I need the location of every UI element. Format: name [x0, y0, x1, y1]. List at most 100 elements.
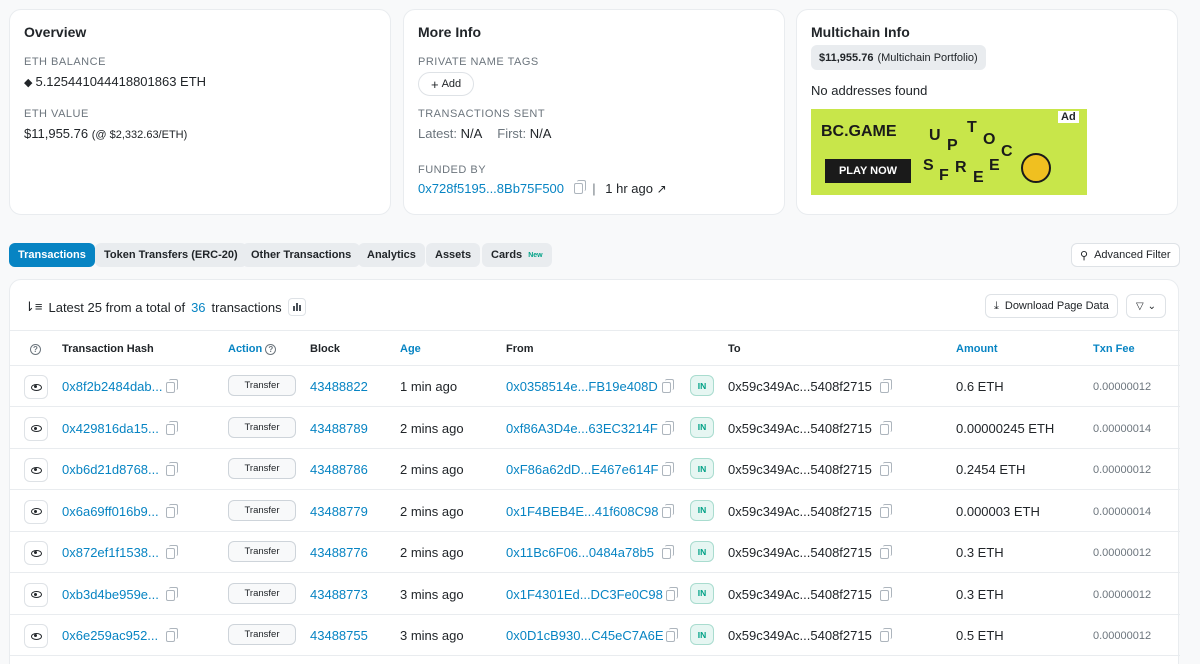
copy-icon[interactable]: [666, 586, 678, 601]
new-badge: New: [528, 251, 543, 259]
from-address-link[interactable]: 0xF86a62dD...E467e614F: [506, 462, 659, 477]
download-page-data-button[interactable]: ⤓ Download Page Data: [985, 294, 1118, 318]
eye-icon: [30, 632, 42, 640]
copy-icon[interactable]: [880, 379, 892, 393]
preview-button[interactable]: [24, 499, 48, 524]
amount-value: 0.3 ETH: [956, 586, 1004, 602]
copy-icon[interactable]: [166, 545, 178, 559]
from-address-link[interactable]: 0x1F4301Ed...DC3Fe0C98: [506, 587, 663, 602]
eth-balance-value: ◆ 5.125441044418801863 ETH: [24, 74, 207, 89]
filter-icon: ▽: [1135, 300, 1144, 312]
tx-hash-link[interactable]: 0x429816da15...: [62, 421, 159, 436]
direction-badge: IN: [690, 416, 714, 438]
from-address-link[interactable]: 0x0358514e...FB19e408D: [506, 379, 658, 394]
copy-icon[interactable]: [880, 420, 892, 435]
multichain-card: Multichain Info $11,955.76 (Multichain P…: [796, 9, 1178, 215]
copy-icon[interactable]: [880, 628, 892, 642]
header-from: From: [506, 343, 534, 355]
age-text: 3 mins ago: [400, 586, 464, 602]
from-address-link[interactable]: 0xf86A3D4e...63EC3214F: [506, 421, 658, 436]
chart-icon[interactable]: [287, 298, 306, 316]
header-age[interactable]: Age: [400, 343, 421, 355]
tx-hash-link[interactable]: 0x6a69ff016b9...: [62, 504, 159, 519]
tab-cards[interactable]: Cards New: [482, 243, 552, 267]
to-address: 0x59c349Ac...5408f2715: [728, 586, 872, 602]
copy-icon[interactable]: [166, 503, 178, 518]
total-count-link[interactable]: 36: [191, 300, 205, 315]
tx-hash-link[interactable]: 0xb3d4be959e...: [62, 587, 159, 602]
add-private-tag-button[interactable]: + Add: [418, 72, 475, 96]
copy-icon[interactable]: [166, 586, 178, 601]
method-badge: Transfer: [228, 458, 296, 479]
from-address-link[interactable]: 0x0D1cB930...C45eC7A6E: [506, 628, 664, 643]
header-txn-fee[interactable]: Txn Fee: [1093, 343, 1135, 355]
copy-icon[interactable]: [880, 545, 892, 559]
copy-icon[interactable]: [662, 462, 674, 476]
direction-badge: IN: [690, 499, 714, 521]
copy-icon[interactable]: [662, 379, 674, 393]
help-icon[interactable]: ?: [30, 343, 41, 355]
table-row: 0x429816da15... Transfer 43488789 2 mins ag…: [10, 408, 1180, 449]
block-link[interactable]: 43488755: [310, 628, 368, 643]
copy-icon[interactable]: [880, 586, 892, 601]
age-text: 2 mins ago: [400, 503, 464, 519]
eth-icon: ◆: [24, 77, 33, 89]
table-row: 0x8f2b2484dab... Transfer 43488822 1 min ag…: [10, 366, 1180, 407]
tab-transactions[interactable]: Transactions: [9, 243, 95, 267]
copy-icon[interactable]: [880, 462, 892, 476]
header-transaction-hash: Transaction Hash: [62, 343, 154, 355]
method-badge: Transfer: [228, 499, 296, 521]
from-address-link[interactable]: 0x1F4BEB4E...41f608C98: [506, 504, 659, 519]
tx-hash-link[interactable]: 0x8f2b2484dab...: [62, 379, 162, 394]
block-link[interactable]: 43488822: [310, 379, 368, 394]
copy-icon[interactable]: [662, 420, 674, 435]
external-link-icon[interactable]: ↗: [657, 182, 667, 196]
tab-analytics[interactable]: Analytics: [358, 243, 425, 267]
tx-hash-link[interactable]: 0xb6d21d8768...: [62, 462, 159, 477]
block-link[interactable]: 43488786: [310, 462, 368, 477]
table-filter-button[interactable]: ▽ ⌄: [1126, 294, 1166, 318]
age-text: 2 mins ago: [400, 420, 464, 436]
copy-icon[interactable]: [880, 503, 892, 518]
copy-icon[interactable]: [166, 420, 178, 435]
copy-icon[interactable]: [166, 379, 178, 393]
preview-button[interactable]: [24, 375, 48, 399]
advanced-filter-button[interactable]: ⚲ Advanced Filter: [1071, 243, 1180, 267]
preview-button[interactable]: [24, 541, 48, 565]
funded-by-address-link[interactable]: 0x728f5195...8Bb75F500: [418, 181, 564, 196]
funded-by-label: FUNDED BY: [418, 164, 487, 176]
preview-button[interactable]: [24, 582, 48, 607]
no-addresses-text: No addresses found: [811, 83, 928, 98]
tx-sent-label: TRANSACTIONS SENT: [418, 108, 546, 120]
preview-button[interactable]: [24, 624, 48, 648]
tx-hash-link[interactable]: 0x6e259ac952...: [62, 628, 158, 643]
to-address: 0x59c349Ac...5408f2715: [728, 545, 872, 560]
preview-button[interactable]: [24, 416, 48, 441]
ad-banner[interactable]: BC.GAME PLAY NOW U P T O C S F R E E: [811, 109, 1087, 195]
tab-other-transactions[interactable]: Other Transactions: [242, 243, 361, 267]
tx-hash-link[interactable]: 0x872ef1f1538...: [62, 545, 159, 560]
block-link[interactable]: 43488773: [310, 587, 368, 602]
table-row: 0x6e259ac952... Transfer 43488755 3 mins ag…: [10, 615, 1180, 656]
copy-icon[interactable]: [573, 180, 586, 194]
txn-fee-value: 0.00000014: [1093, 422, 1152, 435]
ad-play-button[interactable]: PLAY NOW: [825, 159, 911, 183]
table-row: 0xb6d21d8768... Transfer 43488786 2 mins ag…: [10, 449, 1180, 490]
tab-token-transfers[interactable]: Token Transfers (ERC-20): [95, 243, 247, 267]
block-link[interactable]: 43488789: [310, 421, 368, 436]
copy-icon[interactable]: [662, 503, 674, 518]
multichain-portfolio-button[interactable]: $11,955.76 (Multichain Portfolio): [811, 45, 986, 70]
header-amount[interactable]: Amount: [956, 343, 998, 355]
copy-icon[interactable]: [166, 628, 178, 642]
copy-icon[interactable]: [166, 462, 178, 476]
tab-assets[interactable]: Assets: [426, 243, 481, 267]
copy-icon[interactable]: [666, 628, 678, 642]
from-address-link[interactable]: 0x11Bc6F06...0484a78b5: [506, 545, 654, 560]
header-action[interactable]: Action ?: [228, 343, 277, 355]
block-link[interactable]: 43488776: [310, 545, 368, 560]
preview-button[interactable]: [24, 458, 48, 482]
amount-value: 0.5 ETH: [956, 628, 1004, 643]
direction-badge: IN: [690, 541, 714, 562]
copy-icon[interactable]: [662, 545, 674, 559]
block-link[interactable]: 43488779: [310, 504, 368, 519]
